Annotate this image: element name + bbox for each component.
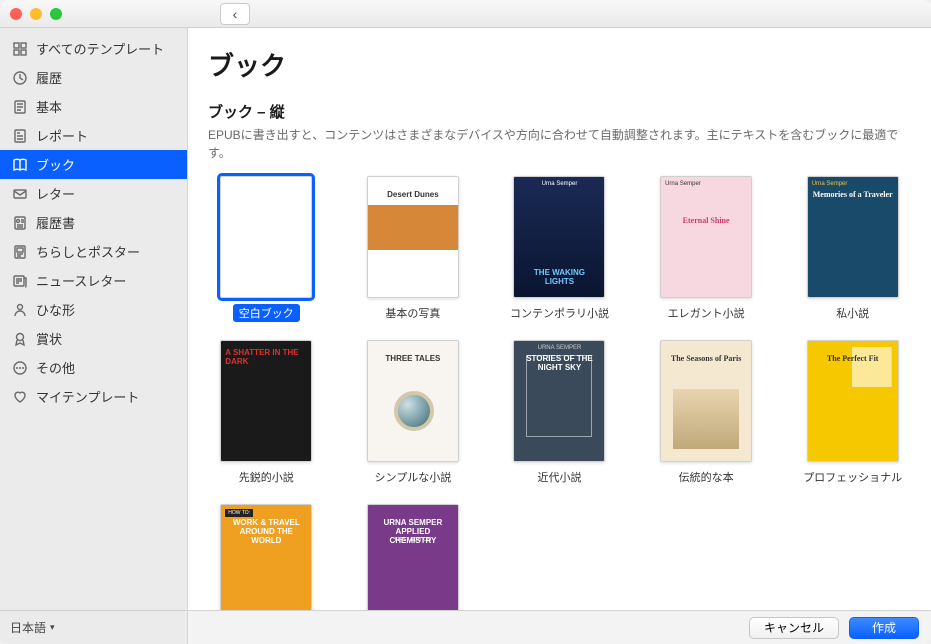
sidebar-item-label: 賞状 [36,329,62,348]
template-label: 空白ブック [233,304,300,322]
template-thumbnail: Urna SemperEternal Shine [660,176,752,298]
template-item[interactable]: The Seasons of Paris 伝統的な本 [648,340,765,486]
template-thumbnail: Desert Dunes [367,176,459,298]
grid-icon [12,41,28,57]
sidebar-item-label: 履歴書 [36,213,75,232]
sidebar-item-ellipsis[interactable]: その他 [0,353,187,382]
sidebar-item-label: すべてのテンプレート [36,39,164,58]
chevron-left-icon: ‹ [233,6,238,22]
template-label: 近代小説 [531,468,587,486]
sidebar-item-label: レポート [36,126,88,145]
template-thumbnail [220,176,312,298]
template-thumbnail: A SHATTER IN THE DARK [220,340,312,462]
sidebar-item-doc[interactable]: 基本 [0,92,187,121]
template-thumbnail: URNA SEMPER APPLIED CHEMISTRYFIRST EDITI… [367,504,459,610]
template-item[interactable]: HOW TO:WORK & TRAVEL AROUND THE WORLD説明書 [208,504,325,610]
section-title: ブック – 縦 [208,101,911,122]
sidebar-item-person[interactable]: ひな形 [0,295,187,324]
sidebar-item-news[interactable]: ニュースレター [0,266,187,295]
template-item[interactable]: Desert Dunes 基本の写真 [355,176,472,322]
doc-icon [12,99,28,115]
sidebar-item-label: 基本 [36,97,62,116]
template-item[interactable]: Urna SemperMemories of a Traveler 私小説 [794,176,911,322]
template-thumbnail: Urna SemperMemories of a Traveler [807,176,899,298]
sidebar-item-label: ひな形 [36,300,75,319]
template-label: 基本の写真 [379,304,446,322]
template-item[interactable]: Urna SemperTHE WAKING LIGHTS コンテンポラリ小説 [501,176,618,322]
cancel-button[interactable]: キャンセル [749,617,839,639]
book-icon [12,157,28,173]
template-label: 伝統的な本 [673,468,740,486]
report-icon [12,128,28,144]
template-thumbnail: URNA SEMPERSTORIES OF THE NIGHT SKY [513,340,605,462]
sidebar-item-resume[interactable]: 履歴書 [0,208,187,237]
template-label: プロフェッショナル [797,468,908,486]
content-area: ブック ブック – 縦 EPUBに書き出すと、コンテンツはさまざまなデバイスや方… [188,28,931,610]
titlebar: ‹ [0,0,931,28]
award-icon [12,331,28,347]
template-thumbnail: Urna SemperTHE WAKING LIGHTS [513,176,605,298]
footer-bar: キャンセル 作成 [188,610,931,644]
sidebar-item-award[interactable]: 賞状 [0,324,187,353]
template-item[interactable]: THREE TALES シンプルな小説 [355,340,472,486]
sidebar-item-label: レター [36,184,75,203]
template-item[interactable]: URNA SEMPER APPLIED CHEMISTRYFIRST EDITI… [355,504,472,610]
section-description: EPUBに書き出すと、コンテンツはさまざまなデバイスや方向に合わせて自動調整され… [208,126,911,162]
template-thumbnail: The Perfect Fit [807,340,899,462]
sidebar: すべてのテンプレート履歴基本レポートブックレター履歴書ちらしとポスターニュースレ… [0,28,188,644]
sidebar-item-label: 履歴 [36,68,62,87]
language-label: 日本語 [10,619,46,636]
sidebar-item-label: マイテンプレート [36,387,139,406]
template-item[interactable]: Urna SemperEternal Shine エレガント小説 [648,176,765,322]
clock-icon [12,70,28,86]
template-label: 私小説 [830,304,875,322]
sidebar-item-poster[interactable]: ちらしとポスター [0,237,187,266]
sidebar-item-grid[interactable]: すべてのテンプレート [0,34,187,63]
template-label: シンプルな小説 [369,468,458,486]
template-item[interactable]: URNA SEMPERSTORIES OF THE NIGHT SKY 近代小説 [501,340,618,486]
back-button[interactable]: ‹ [220,3,250,25]
create-button[interactable]: 作成 [849,617,919,639]
close-window-button[interactable] [10,8,22,20]
person-icon [12,302,28,318]
letter-icon [12,186,28,202]
ellipsis-icon [12,360,28,376]
template-thumbnail: The Seasons of Paris [660,340,752,462]
sidebar-item-report[interactable]: レポート [0,121,187,150]
template-item[interactable]: The Perfect Fit プロフェッショナル [794,340,911,486]
sidebar-item-letter[interactable]: レター [0,179,187,208]
sidebar-item-book[interactable]: ブック [0,150,187,179]
resume-icon [12,215,28,231]
sidebar-item-label: ブック [36,155,75,174]
language-selector[interactable]: 日本語 ▾ [0,610,187,644]
template-label: コンテンポラリ小説 [504,304,615,322]
template-item[interactable]: A SHATTER IN THE DARK 先鋭的小説 [208,340,325,486]
template-thumbnail: THREE TALES [367,340,459,462]
sidebar-item-label: ニュースレター [36,271,126,290]
sidebar-item-label: その他 [36,358,75,377]
template-item[interactable]: 空白ブック [208,176,325,322]
news-icon [12,273,28,289]
heart-icon [12,389,28,405]
template-thumbnail: HOW TO:WORK & TRAVEL AROUND THE WORLD [220,504,312,610]
sidebar-item-clock[interactable]: 履歴 [0,63,187,92]
minimize-window-button[interactable] [30,8,42,20]
poster-icon [12,244,28,260]
chevron-up-down-icon: ▾ [50,622,55,633]
template-label: エレガント小説 [662,304,751,322]
page-title: ブック [208,46,911,83]
sidebar-item-label: ちらしとポスター [36,242,140,261]
template-label: 先鋭的小説 [233,468,300,486]
maximize-window-button[interactable] [50,8,62,20]
sidebar-item-heart[interactable]: マイテンプレート [0,382,187,411]
